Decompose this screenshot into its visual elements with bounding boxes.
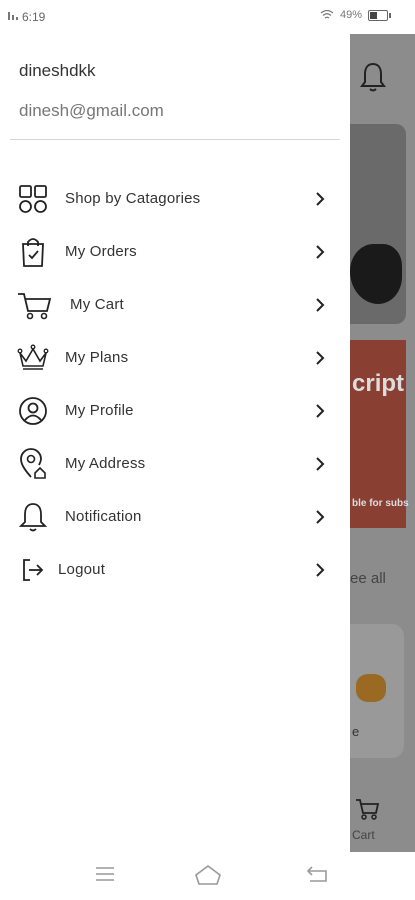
battery-icon <box>368 9 388 21</box>
category-label: e <box>352 724 360 739</box>
status-time: 6:19 <box>22 10 46 24</box>
user-name: dineshdkk <box>19 61 96 80</box>
cart-icon <box>17 289 53 321</box>
menu-item-label: My Profile <box>65 402 134 419</box>
menu-item-label: My Orders <box>65 243 137 260</box>
background-overlay[interactable]: cript ble for subs ee all e Cart <box>350 34 415 852</box>
menu-item-label: Logout <box>58 561 106 578</box>
menu-item-label: Notification <box>65 508 142 525</box>
chevron-right-icon <box>316 245 325 259</box>
chevron-right-icon <box>316 404 325 418</box>
back-icon[interactable] <box>306 864 328 884</box>
see-all-link: ee all <box>350 570 386 587</box>
chevron-right-icon <box>316 510 325 524</box>
chevron-right-icon <box>316 298 325 312</box>
menu-item-notification[interactable]: Notification <box>0 491 350 544</box>
menu-item-label: My Cart <box>70 296 124 313</box>
menu-item-my-profile[interactable]: My Profile <box>0 385 350 438</box>
divider <box>10 139 340 140</box>
category-image <box>356 674 386 702</box>
chevron-right-icon <box>316 192 325 206</box>
bell-icon <box>17 501 49 533</box>
banner-subtitle: ble for subs <box>352 498 409 509</box>
logout-icon <box>17 554 49 586</box>
battery-cap <box>389 12 391 18</box>
nav-cart-label: Cart <box>352 828 375 842</box>
chevron-right-icon <box>316 351 325 365</box>
menu-item-label: My Address <box>65 455 146 472</box>
crown-icon <box>17 342 49 374</box>
menu-item-my-cart[interactable]: My Cart <box>0 279 350 332</box>
chevron-right-icon <box>316 457 325 471</box>
user-email: dinesh@gmail.com <box>19 101 164 120</box>
menu-item-my-address[interactable]: My Address <box>0 438 350 491</box>
menu-item-label: My Plans <box>65 349 129 366</box>
home-icon[interactable] <box>194 864 222 886</box>
cart-icon <box>356 799 380 820</box>
battery-percent: 49% <box>339 9 362 21</box>
status-right: 49% <box>320 9 391 21</box>
user-circle-icon <box>17 395 49 427</box>
location-pin-icon <box>17 448 49 480</box>
menu-item-my-orders[interactable]: My Orders <box>0 226 350 279</box>
banner-title: cript <box>352 370 405 397</box>
grid-icon <box>17 183 49 215</box>
menu-item-label: Shop by Catagories <box>65 190 201 207</box>
drawer-menu: Shop by Catagories My Orders My Cart My … <box>0 173 350 597</box>
wifi-icon <box>320 10 334 19</box>
shopping-bag-icon <box>17 236 49 268</box>
menu-item-shop-by-categories[interactable]: Shop by Catagories <box>0 173 350 226</box>
chevron-right-icon <box>316 563 325 577</box>
navigation-drawer: dineshdkk dinesh@gmail.com Shop by Catag… <box>0 34 350 852</box>
status-bar: 6:19 49% <box>0 0 415 34</box>
bell-icon <box>360 62 386 92</box>
system-nav-bar <box>0 852 415 900</box>
menu-icon[interactable] <box>94 864 116 884</box>
menu-item-my-plans[interactable]: My Plans <box>0 332 350 385</box>
signal-icon <box>8 12 18 20</box>
menu-item-logout[interactable]: Logout <box>0 544 350 597</box>
